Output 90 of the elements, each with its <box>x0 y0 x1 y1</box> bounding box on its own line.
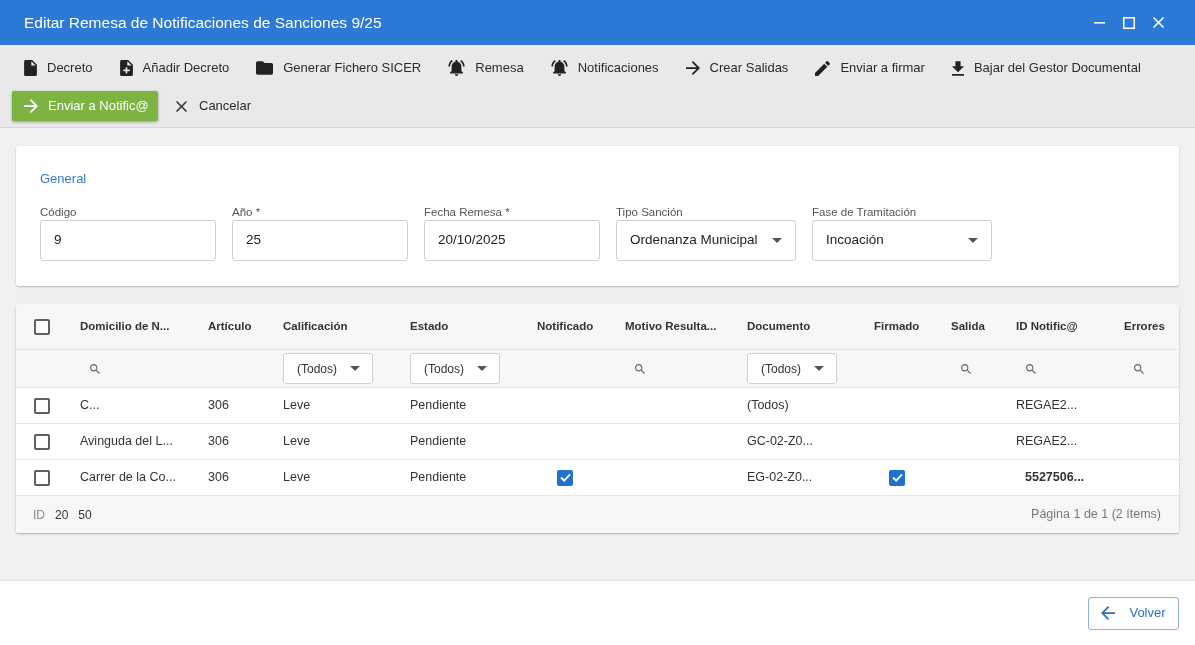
caret-icon <box>477 366 487 371</box>
checkbox[interactable] <box>34 469 50 486</box>
table-cell-text: 306 <box>208 397 229 415</box>
search-icon[interactable] <box>1134 363 1144 374</box>
field-label: Código <box>40 205 78 219</box>
arrow-left-icon <box>1101 606 1116 620</box>
checkbox[interactable] <box>889 469 905 486</box>
toolbar-button[interactable]: Notificaciones <box>550 58 659 78</box>
checkbox[interactable] <box>34 433 50 450</box>
cancel-button[interactable]: Cancelar <box>172 91 256 121</box>
field-label: Fecha Remesa * <box>424 205 511 219</box>
select-field[interactable]: Incoación <box>812 220 992 261</box>
checkbox[interactable] <box>34 397 50 414</box>
table-cell-text: C... <box>80 397 100 415</box>
table-cell-text: Avinguda del L... <box>80 433 173 451</box>
table-cell-text: Pendiente <box>410 469 467 487</box>
column-header[interactable]: Artículo <box>208 317 252 336</box>
column-header[interactable]: Salida <box>951 317 985 336</box>
maximize-icon[interactable] <box>1123 16 1135 29</box>
caret-icon <box>968 238 978 243</box>
close-icon[interactable] <box>1153 17 1164 28</box>
bell-icon <box>550 60 568 76</box>
arrow-right-icon <box>685 61 700 75</box>
field-label: Tipo Sanción <box>616 205 684 219</box>
table-cell-text: Leve <box>283 397 311 415</box>
table-cell-text: Pendiente <box>410 433 467 451</box>
table-cell-text: 5527506... <box>1025 469 1085 487</box>
column-header[interactable]: Documento <box>747 317 811 336</box>
table-cell-text: Pendiente <box>410 397 467 415</box>
page-size-option[interactable]: 50 <box>78 505 92 524</box>
input-field[interactable]: 20/10/2025 <box>424 220 600 261</box>
table-cell-text: EG-02-Z0... <box>747 469 813 487</box>
select-field[interactable]: Ordenanza Municipal <box>616 220 796 261</box>
toolbar-button[interactable]: Añadir Decreto <box>119 58 230 78</box>
toolbar-button[interactable]: Crear Salidas <box>685 58 789 78</box>
caret-icon <box>814 366 824 371</box>
field-label: Año * <box>232 205 262 219</box>
close-icon <box>176 100 187 112</box>
column-header[interactable]: Firmado <box>874 317 920 336</box>
checkbox[interactable] <box>557 469 573 486</box>
search-icon[interactable] <box>961 363 971 374</box>
search-icon[interactable] <box>1026 363 1036 374</box>
table-cell-text: REGAE2... <box>1016 397 1078 415</box>
filter-dropdown[interactable]: (Todos) <box>283 353 373 384</box>
column-header[interactable]: Estado <box>410 317 449 336</box>
minimize-icon[interactable] <box>1094 21 1105 24</box>
table-cell-text: GC-02-Z0... <box>747 433 813 451</box>
caret-icon <box>772 238 782 243</box>
search-icon[interactable] <box>90 363 100 374</box>
column-header[interactable]: ID Notific@ <box>1016 317 1078 336</box>
table-cell-text: Leve <box>283 433 311 451</box>
table-cell-text: (Todos) <box>747 397 789 415</box>
toolbar-button[interactable]: Decreto <box>24 58 93 78</box>
column-header[interactable]: Domicilio de N... <box>80 317 170 336</box>
download-icon <box>951 60 964 76</box>
pencil-icon <box>815 60 831 76</box>
table-row[interactable]: Avinguda del L... 306 Leve Pendiente GC-02-Z0... REGAE2... <box>16 424 1179 460</box>
input-field[interactable]: 25 <box>232 220 408 261</box>
table-cell-text: Carrer de la Co... <box>80 469 176 487</box>
filter-dropdown[interactable]: (Todos) <box>747 353 837 384</box>
column-header[interactable]: Motivo Resulta... <box>625 317 717 336</box>
table-cell-text: Leve <box>283 469 311 487</box>
toolbar-button[interactable]: Generar Fichero SICER <box>256 58 422 78</box>
bell-icon <box>448 60 466 76</box>
table-cell-text: 306 <box>208 469 229 487</box>
table-cell-text: REGAE2... <box>1016 433 1078 451</box>
field-label: Fase de Tramitación <box>812 205 918 219</box>
add-document-icon <box>119 60 133 76</box>
section-title: General <box>40 171 87 187</box>
filter-dropdown[interactable]: (Todos) <box>410 353 500 384</box>
back-button[interactable]: Volver <box>1088 596 1179 630</box>
page-info: Página 1 de 1 (2 ítems) <box>1031 506 1161 524</box>
page-size-option[interactable]: 20 <box>55 505 69 524</box>
table-row[interactable]: Carrer de la Co... 306 Leve Pendiente EG-02-Z0... 5527506... <box>16 460 1179 496</box>
toolbar-button[interactable]: Bajar del Gestor Documental <box>951 58 1141 78</box>
search-icon[interactable] <box>635 363 645 374</box>
folder-icon <box>256 61 274 75</box>
document-icon <box>24 60 37 76</box>
window-title: Editar Remesa de Notificaciones de Sanciones 9/25 <box>24 12 382 33</box>
caret-icon <box>350 366 360 371</box>
column-header[interactable]: Calificación <box>283 317 348 336</box>
column-header[interactable]: Errores <box>1124 317 1165 336</box>
toolbar-button[interactable]: Remesa <box>448 58 524 78</box>
table-cell-text: 306 <box>208 433 229 451</box>
toolbar-button[interactable]: Enviar a firmar <box>815 58 925 78</box>
checkbox[interactable] <box>34 318 50 335</box>
input-field[interactable]: 9 <box>40 220 216 261</box>
table-row[interactable]: C... 306 Leve Pendiente (Todos) REGAE2... <box>16 388 1179 424</box>
arrow-right-icon <box>24 99 38 113</box>
column-header[interactable]: Notificado <box>537 317 594 336</box>
